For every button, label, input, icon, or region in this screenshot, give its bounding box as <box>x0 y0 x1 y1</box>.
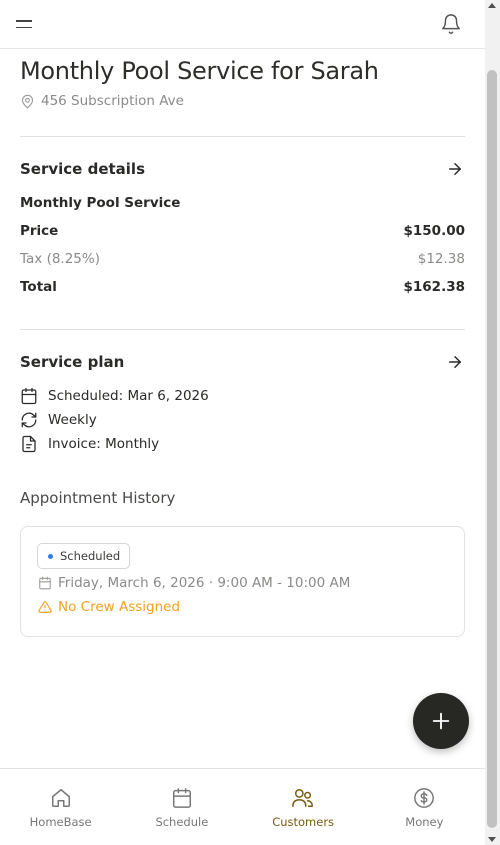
service-plan-header: Service plan <box>20 352 465 372</box>
home-icon <box>51 789 70 807</box>
tax-label: Tax (8.25%) <box>20 251 100 267</box>
nav-item-schedule[interactable]: Schedule <box>121 769 242 845</box>
page-title: Monthly Pool Service for Sarah <box>20 57 379 85</box>
bell-icon[interactable] <box>440 13 462 35</box>
divider <box>20 329 465 330</box>
hamburger-menu-icon[interactable] <box>16 14 38 34</box>
bottom-navigation: HomeBase Schedule Customers Money <box>0 768 485 845</box>
service-name: Monthly Pool Service <box>20 195 181 211</box>
nav-label-customers: Customers <box>272 815 335 829</box>
plan-scheduled-text: Scheduled: Mar 6, 2026 <box>48 388 209 404</box>
address-row: 456 Subscription Ave <box>20 93 184 109</box>
divider <box>20 136 465 137</box>
document-icon <box>22 435 36 453</box>
plan-invoice-row: Invoice: Monthly <box>20 435 159 453</box>
status-badge: Scheduled <box>37 543 131 569</box>
scroll-up-arrow-icon[interactable] <box>488 3 496 8</box>
customer-address: 456 Subscription Ave <box>41 93 184 109</box>
plus-icon <box>432 712 450 730</box>
nav-label-homebase: HomeBase <box>29 815 92 829</box>
appointment-warning-text: No Crew Assigned <box>58 599 181 615</box>
nav-label-schedule: Schedule <box>155 815 209 829</box>
nav-label-money: Money <box>405 815 444 829</box>
nav-item-homebase[interactable]: HomeBase <box>0 769 121 845</box>
calendar-icon <box>39 576 51 590</box>
repeat-icon <box>21 412 37 428</box>
calendar-icon <box>172 788 191 808</box>
calendar-icon <box>21 387 37 405</box>
top-app-bar <box>0 0 485 49</box>
scrollbar-thumb[interactable] <box>487 70 497 828</box>
scroll-down-arrow-icon[interactable] <box>488 837 496 842</box>
plan-frequency-row: Weekly <box>20 411 97 429</box>
service-plan-title: Service plan <box>20 353 125 371</box>
dollar-circle-icon <box>414 788 435 808</box>
total-value: $162.38 <box>403 279 466 295</box>
total-label: Total <box>20 279 57 295</box>
service-plan-arrow-icon[interactable] <box>445 352 465 372</box>
price-value: $150.00 <box>403 223 466 239</box>
status-dot-icon <box>48 553 53 559</box>
nav-item-money[interactable]: Money <box>364 769 485 845</box>
tax-value: $12.38 <box>417 251 465 267</box>
plan-invoice-text: Invoice: Monthly <box>48 436 160 452</box>
appointment-warning-row: No Crew Assigned <box>38 599 180 615</box>
appointment-datetime-row: Friday, March 6, 2026 · 9:00 AM - 10:00 … <box>38 575 350 591</box>
users-icon <box>292 789 314 807</box>
status-badge-label: Scheduled <box>60 549 121 563</box>
price-row: Price $150.00 <box>20 223 465 239</box>
service-details-header: Service details <box>20 159 465 179</box>
plan-frequency-text: Weekly <box>48 412 97 428</box>
service-details-title: Service details <box>20 160 145 178</box>
appointment-history-title: Appointment History <box>20 489 176 507</box>
price-label: Price <box>20 223 59 239</box>
map-pin-icon <box>21 94 34 108</box>
appointment-datetime: Friday, March 6, 2026 · 9:00 AM - 10:00 … <box>58 575 351 591</box>
tax-row: Tax (8.25%) $12.38 <box>20 251 465 267</box>
appointment-card[interactable]: Scheduled Friday, March 6, 2026 · 9:00 A… <box>20 526 465 637</box>
plan-scheduled-row: Scheduled: Mar 6, 2026 <box>20 387 209 405</box>
warning-triangle-icon <box>38 601 52 613</box>
nav-item-customers[interactable]: Customers <box>243 769 364 845</box>
service-details-arrow-icon[interactable] <box>445 159 465 179</box>
vertical-scrollbar[interactable] <box>485 0 500 845</box>
add-fab-button[interactable] <box>413 693 469 749</box>
total-row: Total $162.38 <box>20 279 465 295</box>
